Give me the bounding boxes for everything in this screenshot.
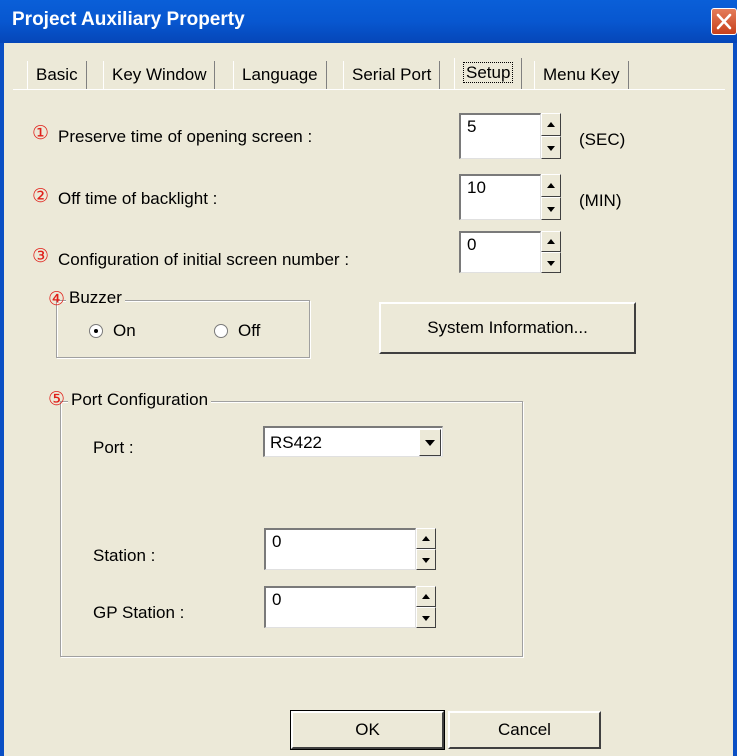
backlight-label: Off time of backlight :: [58, 189, 218, 208]
gp-station-label: GP Station :: [93, 603, 185, 622]
close-button[interactable]: [711, 8, 737, 35]
tab-serial-port[interactable]: Serial Port: [343, 61, 441, 89]
port-dropdown[interactable]: RS422: [263, 426, 443, 457]
title-bar[interactable]: Project Auxiliary Property: [0, 0, 737, 43]
window-title: Project Auxiliary Property: [12, 9, 245, 30]
opening-screen-spinner[interactable]: [541, 113, 561, 159]
circled-number-4: ④: [48, 289, 66, 310]
buzzer-group-title: Buzzer: [66, 288, 125, 308]
station-spinner[interactable]: [416, 528, 436, 570]
port-selected-value: RS422: [270, 433, 322, 452]
window-border-left: [0, 43, 4, 756]
spin-up-button[interactable]: [416, 586, 436, 607]
backlight-input[interactable]: 10: [459, 174, 541, 220]
cancel-button[interactable]: Cancel: [448, 711, 601, 749]
gp-station-input[interactable]: 0: [264, 586, 416, 628]
circled-number-5: ⑤: [48, 389, 66, 410]
spin-down-button[interactable]: [541, 252, 561, 273]
tab-label: Key Window: [112, 65, 207, 84]
initial-screen-input[interactable]: 0: [459, 231, 541, 273]
dialog-window: Project Auxiliary Property Basic Key Win…: [0, 0, 737, 756]
tab-setup[interactable]: Setup: [454, 58, 523, 90]
port-configuration-title: Port Configuration: [68, 390, 212, 410]
tab-language[interactable]: Language: [233, 61, 327, 89]
radio-selected-dot: [94, 329, 98, 333]
backlight-unit: (MIN): [579, 191, 622, 210]
ok-button[interactable]: OK: [290, 710, 445, 750]
window-border-right: [733, 43, 737, 756]
spin-up-button[interactable]: [541, 174, 561, 197]
circled-number-2: ②: [32, 186, 50, 207]
gp-station-spinner[interactable]: [416, 586, 436, 628]
tab-label: Basic: [36, 65, 78, 84]
spin-down-button[interactable]: [541, 136, 561, 159]
circled-number-1: ①: [32, 123, 50, 144]
opening-screen-label: Preserve time of opening screen :: [58, 127, 313, 146]
spin-down-button[interactable]: [416, 549, 436, 570]
spin-up-button[interactable]: [541, 113, 561, 136]
tab-basic[interactable]: Basic: [27, 61, 87, 89]
station-value: 0: [272, 532, 282, 551]
spin-down-button[interactable]: [541, 197, 561, 220]
opening-screen-input[interactable]: 5: [459, 113, 541, 159]
spin-up-button[interactable]: [416, 528, 436, 549]
tab-label: Serial Port: [352, 65, 432, 84]
dropdown-button[interactable]: [419, 429, 441, 456]
backlight-spinner[interactable]: [541, 174, 561, 220]
opening-screen-value: 5: [467, 117, 477, 136]
gp-station-value: 0: [272, 590, 282, 609]
buzzer-off-label[interactable]: Off: [238, 321, 260, 341]
tab-label: Setup: [463, 62, 514, 83]
system-information-button[interactable]: System Information...: [379, 302, 636, 354]
buzzer-on-radio[interactable]: [89, 324, 103, 338]
initial-screen-value: 0: [467, 235, 477, 254]
spin-up-button[interactable]: [541, 231, 561, 252]
tab-menu-key[interactable]: Menu Key: [534, 61, 629, 89]
station-label: Station :: [93, 546, 156, 565]
cancel-label: Cancel: [498, 720, 551, 739]
initial-screen-label: Configuration of initial screen number :: [58, 250, 350, 269]
ok-label: OK: [355, 720, 380, 739]
tab-key-window[interactable]: Key Window: [103, 61, 216, 89]
opening-screen-unit: (SEC): [579, 130, 626, 149]
buzzer-off-radio[interactable]: [214, 324, 228, 338]
initial-screen-spinner[interactable]: [541, 231, 561, 273]
tab-label: Language: [242, 65, 318, 84]
station-input[interactable]: 0: [264, 528, 416, 570]
spin-down-button[interactable]: [416, 607, 436, 628]
port-label: Port :: [93, 438, 134, 457]
backlight-value: 10: [467, 178, 486, 197]
buzzer-on-label[interactable]: On: [113, 321, 136, 341]
circled-number-3: ③: [32, 246, 50, 267]
tab-label: Menu Key: [543, 65, 620, 84]
system-information-label: System Information...: [427, 318, 588, 337]
